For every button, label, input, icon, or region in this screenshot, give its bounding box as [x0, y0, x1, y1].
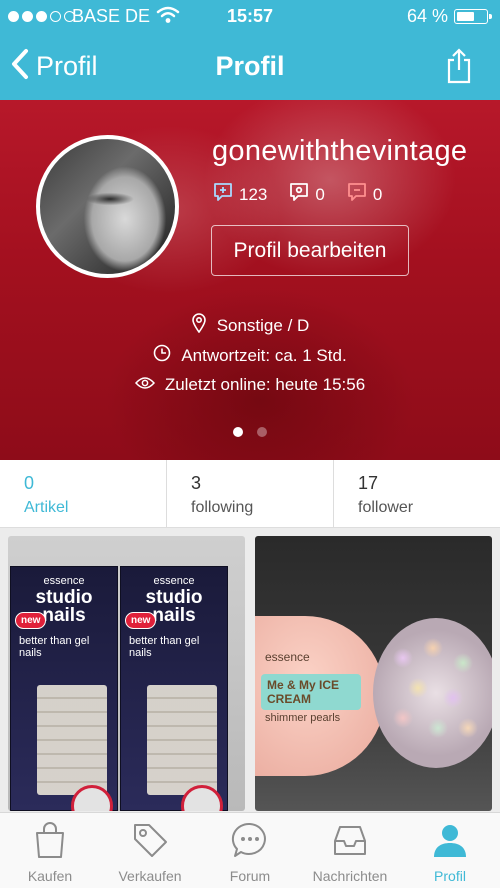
inbox-icon: [331, 821, 369, 864]
product-subtitle: shimmer pearls: [265, 712, 341, 724]
nail-tips-image: [147, 685, 217, 795]
comment-plus-icon: [213, 182, 233, 207]
bag-icon: [32, 821, 68, 864]
username: gonewiththevintage: [212, 135, 468, 167]
battery-icon: [454, 9, 492, 24]
chat-icon: [231, 821, 269, 864]
product-tagline: better than gel nails: [129, 635, 200, 659]
tab-forum[interactable]: Forum: [200, 813, 300, 888]
brand-label: essence: [153, 575, 195, 587]
battery-percent: 64 %: [406, 6, 448, 26]
tab-verkaufen[interactable]: Verkaufen: [100, 813, 200, 888]
following-tab[interactable]: 3 following: [167, 460, 334, 527]
tab-kaufen[interactable]: Kaufen: [0, 813, 100, 888]
follower-count: 17: [358, 473, 379, 493]
tab-label: Kaufen: [27, 868, 73, 884]
profile-counts: 0 Artikel 3 following 17 follower: [0, 460, 500, 528]
carousel-dot[interactable]: [257, 427, 267, 437]
neutral-rating[interactable]: 0: [289, 182, 325, 207]
location-row: Sonstige / D: [0, 313, 500, 338]
location-pin-icon: [191, 313, 207, 338]
product-name: Me & My ICE CREAM: [261, 674, 361, 710]
rating-stats: 123 0 0: [213, 182, 404, 207]
tag-icon: [131, 821, 169, 864]
eye-icon: [134, 375, 155, 395]
location-text: Sonstige / D: [216, 315, 310, 335]
positive-count: 123: [239, 184, 268, 204]
neutral-count: 0: [315, 184, 325, 204]
clock-icon: [153, 344, 171, 367]
new-badge: new: [125, 612, 157, 629]
tab-bar: Kaufen Verkaufen Forum Nachrichten Profi…: [0, 812, 500, 888]
carousel-dot[interactable]: [233, 427, 243, 437]
brand-label: essence: [43, 575, 85, 587]
positive-rating[interactable]: 123: [213, 182, 267, 207]
tab-profil[interactable]: Profil: [400, 813, 500, 888]
last-online-text: Zuletzt online: heute 15:56: [164, 375, 366, 394]
articles-tab[interactable]: 0 Artikel: [0, 460, 167, 527]
response-time-text: Antwortzeit: ca. 1 Std.: [181, 345, 347, 365]
page-title: Profil: [215, 51, 285, 81]
shimmer-pearls-image: [373, 618, 492, 768]
product-box: essence studio nails new better than gel …: [10, 566, 118, 811]
product-box: essence studio nails new better than gel …: [120, 566, 228, 811]
brand-label: essence: [265, 650, 310, 664]
tab-label: Nachrichten: [312, 868, 388, 884]
share-icon: [446, 48, 472, 88]
profile-header: gonewiththevintage 123 0 0 Profil bearbe…: [0, 100, 500, 460]
product-grid: essence studio nails new better than gel …: [8, 536, 492, 811]
negative-rating[interactable]: 0: [347, 182, 382, 207]
edit-profile-button[interactable]: Profil bearbeiten: [211, 225, 409, 276]
last-online-row: Zuletzt online: heute 15:56: [0, 375, 500, 395]
carousel-indicator[interactable]: [0, 427, 500, 437]
tab-label: Profil: [434, 868, 466, 884]
follower-label: follower: [358, 499, 414, 516]
product-card[interactable]: essence Me & My ICE CREAM shimmer pearls: [255, 536, 492, 811]
status-bar: BASE DE 15:57 64 %: [0, 0, 500, 34]
negative-count: 0: [372, 184, 383, 204]
response-time-row: Antwortzeit: ca. 1 Std.: [0, 344, 500, 367]
share-button[interactable]: [446, 48, 472, 89]
tab-label: Forum: [229, 868, 271, 884]
nail-tips-image: [37, 685, 107, 795]
comment-neutral-icon: [289, 182, 309, 207]
tab-label: Verkaufen: [118, 868, 182, 884]
tab-nachrichten[interactable]: Nachrichten: [300, 813, 400, 888]
product-card[interactable]: essence studio nails new better than gel …: [8, 536, 245, 811]
articles-label: Artikel: [24, 499, 69, 516]
avatar[interactable]: [36, 135, 179, 278]
follower-tab[interactable]: 17 follower: [334, 460, 500, 527]
cream-jar-image: essence Me & My ICE CREAM shimmer pearls: [255, 616, 385, 776]
comment-minus-icon: [347, 182, 367, 207]
product-tagline: better than gel nails: [19, 635, 90, 659]
top-bar: BASE DE 15:57 64 % Profil Profil: [0, 0, 500, 100]
following-label: following: [191, 499, 254, 516]
new-badge: new: [15, 612, 47, 629]
person-icon: [431, 821, 469, 864]
following-count: 3: [191, 473, 202, 493]
navigation-bar: Profil Profil: [0, 34, 500, 100]
articles-count: 0: [24, 473, 35, 493]
